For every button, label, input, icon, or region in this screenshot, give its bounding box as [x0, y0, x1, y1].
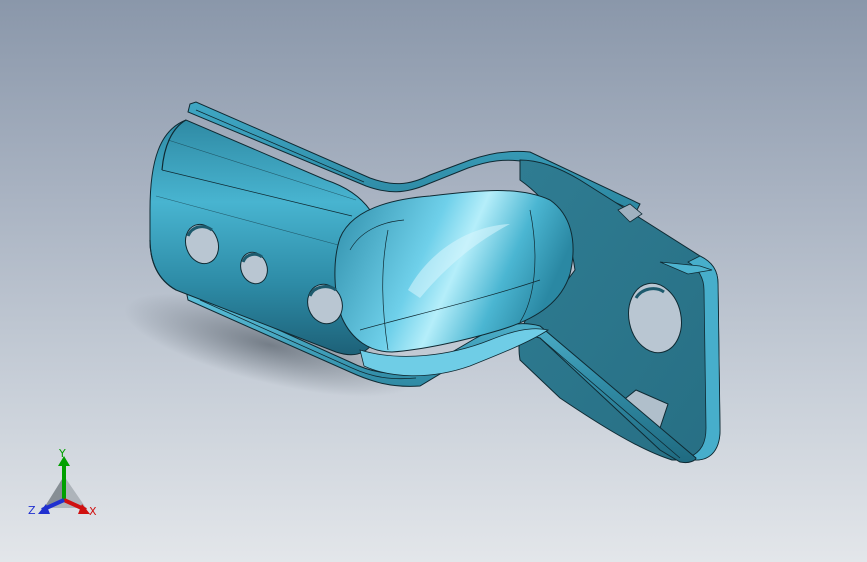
coordinate-triad[interactable]: Y Z X — [26, 448, 106, 524]
triad-y-label: Y — [59, 447, 66, 460]
bracket-part-model[interactable] — [0, 0, 867, 562]
graphics-viewport[interactable]: Y Z X — [0, 0, 867, 562]
triad-x-label: X — [89, 505, 97, 518]
triad-z-label: Z — [28, 504, 36, 517]
